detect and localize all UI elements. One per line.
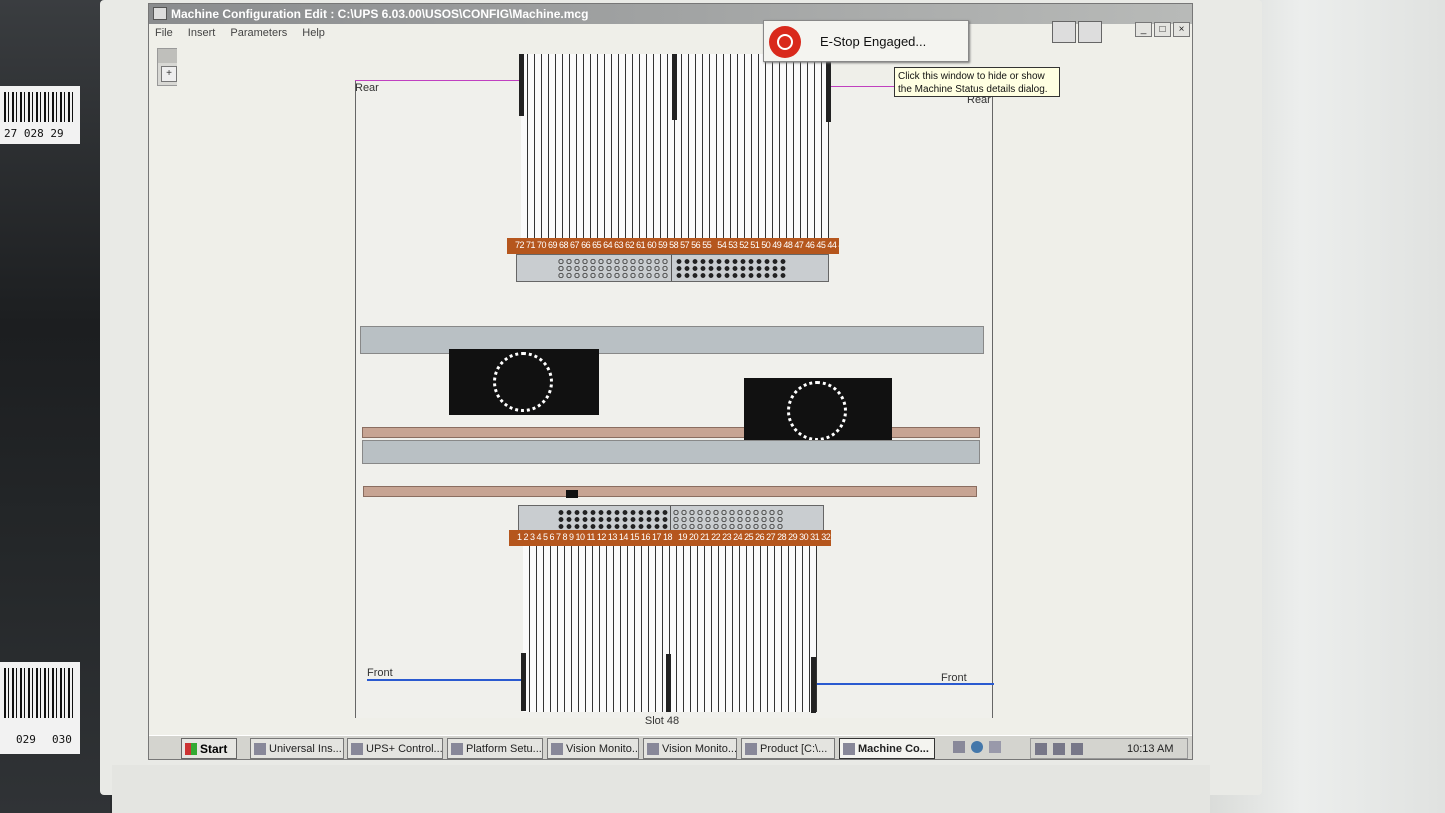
rear-reference-line-left (355, 80, 521, 81)
task-vision-monitor-2[interactable]: Vision Monito... (643, 738, 737, 759)
rear-feeder-post-right (826, 54, 831, 122)
monitor-bezel-bottom (112, 765, 1210, 813)
front-reference-line-left (367, 679, 523, 681)
board-conveyor-rail (362, 440, 980, 464)
barcode-number-030: 030 (52, 733, 72, 746)
estop-toggle-icon[interactable] (1052, 21, 1076, 43)
camera-icon (647, 743, 659, 755)
rear-slot-number-bar: 72 71 70 69 68 67 66 65 64 63 62 61 60 5… (507, 238, 839, 254)
front-slot-numbers-left: 1 2 3 4 5 6 7 8 9 10 11 12 13 14 15 16 1… (517, 532, 673, 542)
monitor-screen: Machine Configuration Edit : C:\UPS 6.03… (148, 3, 1193, 760)
vision-camera-right[interactable] (744, 378, 892, 444)
app-icon (153, 7, 167, 20)
rear-feeder-post-left (519, 54, 524, 116)
front-feeder-post-right (811, 657, 816, 713)
taskbar: Start Universal Ins... UPS+ Control... P… (149, 735, 1192, 759)
front-label-left: Front (367, 667, 393, 679)
machine-canvas[interactable]: Rear Rear Front Front 72 71 70 69 68 67 … (177, 48, 1147, 718)
status-bar: Slot 48 (177, 712, 1147, 732)
rear-slot-numbers-right: 54 53 52 51 50 49 48 47 46 45 44 43 42 4… (717, 240, 839, 250)
front-feeder-post-center (666, 654, 671, 712)
menu-help[interactable]: Help (296, 24, 331, 42)
front-nozzle-changer[interactable] (518, 505, 824, 533)
barcode-label-top: 27 028 29 (0, 86, 80, 144)
camera-ring-left-icon (493, 352, 553, 412)
tooltip-line-2: the Machine Status details dialog. (898, 84, 1048, 95)
front-feeder-post-left (521, 653, 526, 711)
tray-network-icon[interactable] (1053, 743, 1065, 755)
task-vision-monitor-1[interactable]: Vision Monito... (547, 738, 639, 759)
tray-clock[interactable]: 10:13 AM (1127, 743, 1173, 755)
rear-label-left: Rear (355, 82, 379, 94)
quicklaunch-desktop-icon[interactable] (953, 741, 965, 753)
front-label-right: Front (941, 672, 967, 684)
front-slot-number-bar: 1 2 3 4 5 6 7 8 9 10 11 12 13 14 15 16 1… (509, 530, 831, 546)
menu-insert[interactable]: Insert (182, 24, 222, 42)
rear-feeder-post-center (672, 54, 677, 120)
menu-bar: File Insert Parameters Help (149, 24, 1192, 44)
start-button[interactable]: Start (181, 738, 237, 759)
window-controls: _ □ × (1135, 22, 1190, 37)
task-product[interactable]: Product [C:\... (741, 738, 835, 759)
system-tray: 10:13 AM (1030, 738, 1188, 759)
app-window-icon (254, 743, 266, 755)
windows-flag-icon (185, 743, 197, 755)
quicklaunch-folder-icon[interactable] (989, 741, 1001, 753)
front-slot-numbers-right: 19 20 21 22 23 24 25 26 27 28 29 30 31 3… (678, 532, 831, 542)
window-titlebar[interactable]: Machine Configuration Edit : C:\UPS 6.03… (149, 4, 1192, 24)
vision-camera-left[interactable] (449, 349, 599, 415)
conveyor-belt-front (363, 486, 977, 497)
menu-parameters[interactable]: Parameters (224, 24, 293, 42)
task-ups-control[interactable]: UPS+ Control... (347, 738, 443, 759)
rear-nozzle-changer[interactable] (516, 254, 829, 282)
tray-volume-icon[interactable] (1071, 743, 1083, 755)
app-window-icon (843, 743, 855, 755)
app-window-icon (351, 743, 363, 755)
window-title: Machine Configuration Edit : C:\UPS 6.03… (171, 7, 589, 21)
barcode-number-029: 029 (16, 733, 36, 746)
maximize-button[interactable]: □ (1154, 22, 1171, 37)
barcode-number-top: 27 028 29 (4, 127, 64, 140)
task-universal-ins[interactable]: Universal Ins... (250, 738, 344, 759)
minimize-button[interactable]: _ (1135, 22, 1152, 37)
app-window-icon (451, 743, 463, 755)
estop-icon (769, 26, 801, 58)
estop-tooltip: Click this window to hide or show the Ma… (894, 67, 1060, 97)
status-panel-icon[interactable] (1078, 21, 1102, 43)
task-machine-config[interactable]: Machine Co... (839, 738, 935, 759)
app-window-icon (745, 743, 757, 755)
menu-file[interactable]: File (149, 24, 179, 42)
estop-label: E-Stop Engaged... (820, 34, 927, 49)
estop-status-window[interactable]: E-Stop Engaged... (763, 20, 969, 62)
close-button[interactable]: × (1173, 22, 1190, 37)
tooltip-line-1: Click this window to hide or show (898, 71, 1045, 82)
camera-icon (551, 743, 563, 755)
quicklaunch-browser-icon[interactable] (971, 741, 983, 753)
barcode-label-bottom: 029 030 (0, 662, 80, 754)
task-platform-setup[interactable]: Platform Setu... (447, 738, 543, 759)
camera-ring-right-icon (787, 381, 847, 441)
rear-slot-numbers-left: 72 71 70 69 68 67 66 65 64 63 62 61 60 5… (515, 240, 712, 250)
slot-status-text: Slot 48 (644, 715, 680, 727)
front-reference-line-right (814, 683, 994, 685)
tray-computer-icon[interactable] (1035, 743, 1047, 755)
board-sensor-marker (566, 490, 578, 498)
zoom-in-icon[interactable]: + (161, 66, 177, 82)
